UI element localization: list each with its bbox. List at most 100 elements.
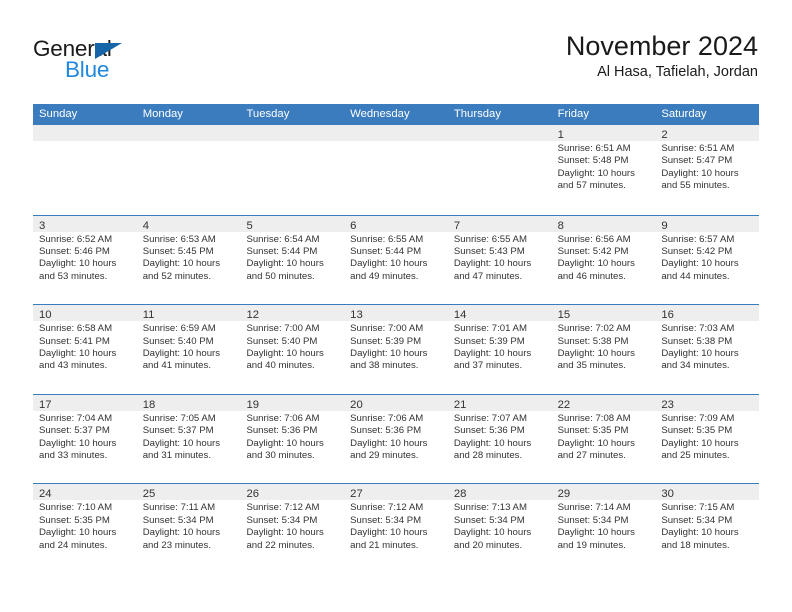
day-info-line: Daylight: 10 hours xyxy=(39,258,117,270)
calendar-day-cell[interactable]: 11 Sunrise: 6:59 AM Sunset: 5:40 PM Dayligh… xyxy=(136,305,241,394)
day-info-line: Daylight: 10 hours xyxy=(661,527,739,539)
day-info-line: Daylight: 10 hours xyxy=(142,348,221,359)
weekday-header-monday: Monday xyxy=(142,108,183,120)
day-sun-info: Sunrise: 7:05 AM Sunset: 5:37 PM Daylight:… xyxy=(137,411,241,463)
day-info-line: Daylight: 10 hours xyxy=(39,527,117,539)
day-info-line: and 38 minutes. xyxy=(350,360,419,372)
calendar-day-cell[interactable]: 9 Sunrise: 6:57 AM Sunset: 5:42 PM Daylight… xyxy=(655,215,760,305)
day-info-line: Daylight: 10 hours xyxy=(557,167,635,179)
day-number: 11 xyxy=(142,309,155,322)
day-info-line: Sunset: 5:35 PM xyxy=(39,514,110,526)
calendar-day-cell[interactable]: 29 Sunrise: 7:14 AM Sunset: 5:34 PM Dayligh… xyxy=(551,484,656,573)
day-number-band xyxy=(136,125,241,141)
day-info-line: Sunrise: 7:11 AM xyxy=(142,502,216,514)
calendar-day-cell[interactable]: 1 Sunrise: 6:51 AM Sunset: 5:48 PM Daylight… xyxy=(551,125,656,215)
day-info-line: and 47 minutes. xyxy=(453,270,523,282)
day-info-line: and 29 minutes. xyxy=(350,450,419,461)
day-number-band: 17 xyxy=(33,394,137,411)
weekday-header-tuesday: Tuesday xyxy=(246,108,290,120)
calendar-day-cell[interactable]: 10 Sunrise: 6:58 AM Sunset: 5:41 PM Dayligh… xyxy=(33,305,137,394)
day-info-line: and 55 minutes. xyxy=(661,180,730,192)
calendar-day-cell[interactable]: 30 Sunrise: 7:15 AM Sunset: 5:34 PM Dayligh… xyxy=(655,484,760,573)
day-info-line: Sunset: 5:41 PM xyxy=(39,335,110,347)
calendar-day-cell[interactable]: 23 Sunrise: 7:09 AM Sunset: 5:35 PM Dayligh… xyxy=(655,394,760,484)
day-sun-info xyxy=(240,141,344,143)
day-number-band: 14 xyxy=(447,305,552,322)
day-number: 17 xyxy=(39,398,52,411)
calendar-day-cell[interactable]: 3 Sunrise: 6:52 AM Sunset: 5:46 PM Daylight… xyxy=(33,215,137,305)
day-number: 15 xyxy=(557,309,571,322)
day-number: 1 xyxy=(557,129,564,141)
calendar-day-cell[interactable]: 22 Sunrise: 7:08 AM Sunset: 5:35 PM Dayligh… xyxy=(551,394,656,484)
calendar-day-cell[interactable]: 17 Sunrise: 7:04 AM Sunset: 5:37 PM Dayligh… xyxy=(33,394,137,484)
day-number: 10 xyxy=(39,309,52,322)
day-sun-info: Sunrise: 6:51 AM Sunset: 5:47 PM Daylight:… xyxy=(655,141,759,193)
calendar-day-cell[interactable]: 26 Sunrise: 7:12 AM Sunset: 5:34 PM Dayligh… xyxy=(240,484,345,573)
day-sun-info: Sunrise: 6:55 AM Sunset: 5:43 PM Daylight:… xyxy=(448,232,552,284)
day-sun-info: Sunrise: 7:13 AM Sunset: 5:34 PM Daylight:… xyxy=(448,500,552,552)
day-info-line: and 49 minutes. xyxy=(350,270,419,282)
day-sun-info xyxy=(344,141,448,143)
day-info-line: and 33 minutes. xyxy=(39,450,108,461)
calendar-day-cell[interactable]: 14 Sunrise: 7:01 AM Sunset: 5:39 PM Dayligh… xyxy=(447,305,552,394)
day-info-line: Daylight: 10 hours xyxy=(661,437,739,449)
calendar-day-cell[interactable]: 16 Sunrise: 7:03 AM Sunset: 5:38 PM Dayligh… xyxy=(655,305,760,394)
day-sun-info: Sunrise: 7:04 AM Sunset: 5:37 PM Daylight:… xyxy=(33,411,137,463)
calendar-week-row: 1 Sunrise: 6:51 AM Sunset: 5:48 PM Daylight… xyxy=(33,125,760,215)
day-number: 29 xyxy=(557,488,571,501)
calendar-day-cell[interactable]: 21 Sunrise: 7:07 AM Sunset: 5:36 PM Dayligh… xyxy=(447,394,552,484)
day-info-line: Sunrise: 7:15 AM xyxy=(661,502,735,514)
day-number: 22 xyxy=(557,398,571,411)
day-number-band: 21 xyxy=(447,394,552,411)
day-number-band: 29 xyxy=(551,484,656,501)
day-info-line: Daylight: 10 hours xyxy=(661,348,739,359)
calendar-day-cell[interactable]: 27 Sunrise: 7:12 AM Sunset: 5:34 PM Dayligh… xyxy=(344,484,448,573)
calendar-day-cell[interactable]: 18 Sunrise: 7:05 AM Sunset: 5:37 PM Dayligh… xyxy=(136,394,241,484)
logo-text-blue: Blue xyxy=(65,57,110,82)
calendar-day-cell[interactable]: 25 Sunrise: 7:11 AM Sunset: 5:34 PM Dayligh… xyxy=(136,484,241,573)
day-info-line: Daylight: 10 hours xyxy=(557,348,635,359)
calendar-day-cell[interactable]: 19 Sunrise: 7:06 AM Sunset: 5:36 PM Dayligh… xyxy=(240,394,345,484)
day-number: 3 xyxy=(39,219,46,232)
day-info-line: Sunrise: 7:10 AM xyxy=(39,502,113,514)
calendar-day-cell[interactable]: 4 Sunrise: 6:53 AM Sunset: 5:45 PM Daylight… xyxy=(136,215,241,305)
day-info-line: and 27 minutes. xyxy=(557,450,626,461)
general-blue-logo[interactable]: General Blue xyxy=(33,37,213,88)
calendar-day-cell[interactable]: 8 Sunrise: 6:56 AM Sunset: 5:42 PM Daylight… xyxy=(551,215,656,305)
day-info-line: Sunrise: 7:00 AM xyxy=(246,323,320,335)
day-info-line: Sunrise: 6:55 AM xyxy=(350,233,424,245)
day-info-line: and 43 minutes. xyxy=(39,360,108,372)
day-info-line: Sunset: 5:34 PM xyxy=(557,514,629,526)
calendar-day-cell[interactable]: 24 Sunrise: 7:10 AM Sunset: 5:35 PM Dayligh… xyxy=(33,484,137,573)
calendar-day-cell[interactable]: 7 Sunrise: 6:55 AM Sunset: 5:43 PM Daylight… xyxy=(447,215,552,305)
day-info-line: and 22 minutes. xyxy=(246,539,315,551)
day-info-line: and 20 minutes. xyxy=(453,539,523,551)
day-number-band: 8 xyxy=(551,215,656,232)
calendar-day-cell[interactable]: 5 Sunrise: 6:54 AM Sunset: 5:44 PM Daylight… xyxy=(240,215,345,305)
day-info-line: and 52 minutes. xyxy=(142,270,211,282)
day-info-line: Sunrise: 7:07 AM xyxy=(453,412,527,424)
day-sun-info: Sunrise: 6:51 AM Sunset: 5:48 PM Daylight:… xyxy=(552,141,656,193)
day-number-band xyxy=(33,125,137,141)
calendar-day-cell[interactable]: 2 Sunrise: 6:51 AM Sunset: 5:47 PM Daylight… xyxy=(655,125,760,215)
calendar-day-cell[interactable]: 6 Sunrise: 6:55 AM Sunset: 5:44 PM Daylight… xyxy=(344,215,448,305)
day-number: 5 xyxy=(246,219,253,232)
day-info-line: Sunset: 5:38 PM xyxy=(557,335,629,347)
day-info-line: Daylight: 10 hours xyxy=(350,437,428,449)
day-number: 19 xyxy=(246,398,260,411)
calendar-day-cell[interactable]: 12 Sunrise: 7:00 AM Sunset: 5:40 PM Dayligh… xyxy=(240,305,345,394)
day-info-line: and 30 minutes. xyxy=(246,450,315,461)
calendar-day-cell[interactable]: 28 Sunrise: 7:13 AM Sunset: 5:34 PM Dayligh… xyxy=(447,484,552,573)
day-number-band: 28 xyxy=(447,484,552,501)
calendar-day-cell[interactable]: 13 Sunrise: 7:00 AM Sunset: 5:39 PM Dayligh… xyxy=(344,305,448,394)
day-sun-info: Sunrise: 6:53 AM Sunset: 5:45 PM Daylight:… xyxy=(137,232,241,284)
day-number: 9 xyxy=(661,219,668,232)
calendar-week-row: 17 Sunrise: 7:04 AM Sunset: 5:37 PM Dayligh… xyxy=(33,393,760,484)
weekday-header-thursday: Thursday xyxy=(453,108,501,120)
calendar-day-cell[interactable]: 15 Sunrise: 7:02 AM Sunset: 5:38 PM Dayligh… xyxy=(551,305,656,394)
calendar-day-cell[interactable]: 20 Sunrise: 7:06 AM Sunset: 5:36 PM Dayligh… xyxy=(344,394,448,484)
calendar-week-row: 3 Sunrise: 6:52 AM Sunset: 5:46 PM Daylight… xyxy=(33,214,760,305)
calendar-week-row: 24 Sunrise: 7:10 AM Sunset: 5:35 PM Dayligh… xyxy=(33,483,760,573)
day-sun-info xyxy=(137,141,241,143)
day-number-band: 11 xyxy=(136,305,241,322)
